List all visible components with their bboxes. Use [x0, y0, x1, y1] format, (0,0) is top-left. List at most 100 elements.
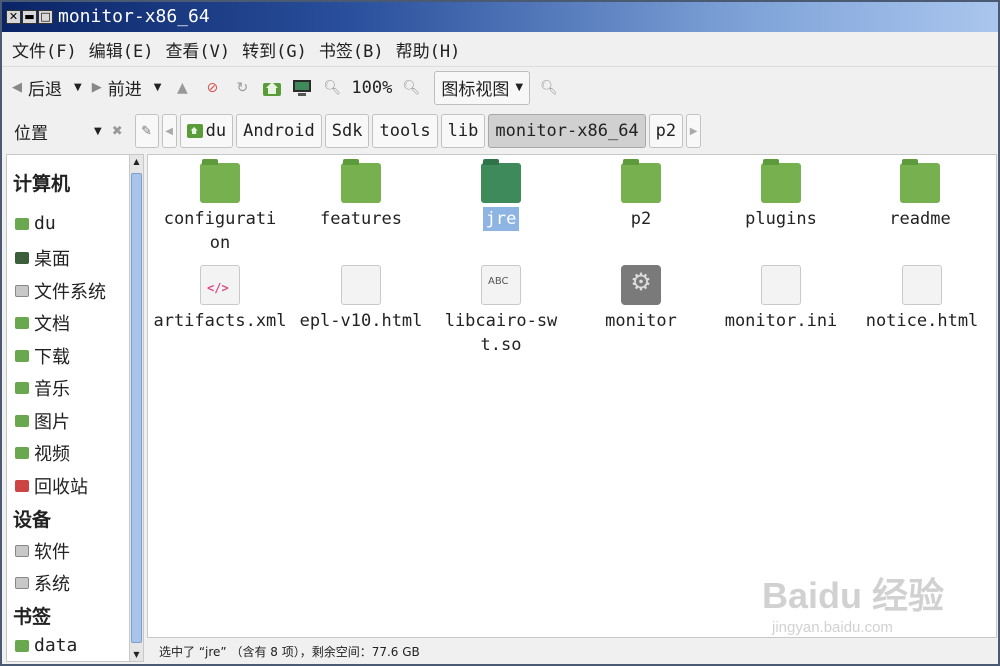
file-name: epl-v10.html	[299, 311, 423, 331]
sidebar-item-system[interactable]: 系统	[15, 570, 70, 596]
videos-folder-icon	[15, 447, 29, 459]
sidebar-item-label: 回收站	[34, 477, 88, 498]
back-label: 后退	[28, 80, 62, 100]
crumb-label: lib	[447, 121, 479, 141]
file-item-libcairo[interactable]: libcairo-swt.so	[431, 265, 571, 357]
view-mode-select[interactable]: 图标视图 ▼	[434, 70, 531, 105]
trash-icon	[15, 480, 29, 492]
pencil-icon: ✎	[141, 123, 153, 139]
menu-bookmarks[interactable]: 书签(B)	[319, 37, 384, 62]
location-dropdown[interactable]: ▼	[94, 126, 102, 137]
sidebar-item-du[interactable]: du	[15, 213, 56, 234]
sidebar-item-filesystem[interactable]: 文件系统	[15, 278, 106, 304]
crumb-p2[interactable]: p2	[648, 114, 684, 148]
file-name: features	[320, 209, 402, 229]
back-button[interactable]: ◀ 后退	[12, 71, 62, 105]
crumb-label: Sdk	[331, 121, 363, 141]
file-item-artifacts-xml[interactable]: artifacts.xml	[150, 265, 290, 333]
file-name: monitor.ini	[724, 311, 838, 331]
menu-bar: 文件(F) 编辑(E) 查看(V) 转到(G) 书签(B) 帮助(H)	[2, 34, 998, 64]
crumb-android[interactable]: Android	[236, 114, 322, 148]
menu-view[interactable]: 查看(V)	[165, 37, 230, 62]
forward-label: 前进	[107, 80, 142, 100]
minimize-window-button[interactable]: ▬	[22, 10, 37, 24]
crumb-sdk[interactable]: Sdk	[324, 114, 370, 148]
menu-help[interactable]: 帮助(H)	[396, 37, 461, 62]
file-item-configuration[interactable]: configuration	[150, 159, 290, 255]
sidebar-item-trash[interactable]: 回收站	[15, 473, 88, 499]
minimize-icon: ▬	[24, 10, 35, 23]
crumb-tools[interactable]: tools	[372, 114, 438, 148]
folder-icon	[341, 159, 381, 203]
file-item-jre[interactable]: jre	[431, 159, 571, 231]
close-window-button[interactable]: ✕	[6, 10, 21, 24]
sidebar-heading-computer: 计算机	[13, 173, 71, 195]
stop-icon[interactable]: ⊘	[201, 77, 223, 99]
file-item-monitor-ini[interactable]: monitor.ini	[711, 265, 851, 333]
sidebar-item-downloads[interactable]: 下载	[15, 343, 70, 369]
back-history-dropdown[interactable]: ▼	[74, 82, 82, 93]
crumb-label: monitor-x86_64	[495, 121, 639, 141]
menu-file[interactable]: 文件(F)	[12, 37, 77, 62]
reload-icon[interactable]: ↻	[231, 77, 253, 99]
downloads-folder-icon	[15, 350, 29, 362]
folder-icon	[15, 639, 29, 652]
zoom-in-icon[interactable]: 🔍︎	[400, 77, 422, 99]
search-icon[interactable]: 🔍︎	[538, 77, 560, 99]
home-icon[interactable]	[261, 77, 283, 99]
pictures-folder-icon	[15, 415, 29, 427]
file-name: readme	[889, 209, 951, 229]
file-item-features[interactable]: features	[291, 159, 431, 231]
up-arrow-icon[interactable]: ▲	[171, 77, 193, 99]
sidebar-item-pictures[interactable]: 图片	[15, 408, 70, 434]
sidebar-item-label: 文件系统	[34, 282, 106, 303]
toolbar: ◀ 后退 ▼ ▶ 前进 ▼ ▲ ⊘ ↻ 🔍︎ 100% 🔍︎ 图标视图 ▼ 🔍︎	[2, 66, 998, 108]
title-bar[interactable]: ✕ ▬ □ monitor-x86_64	[2, 2, 998, 32]
sidebar-item-data[interactable]: data	[15, 635, 77, 656]
sidebar-item-label: 文档	[34, 314, 70, 335]
sidebar-item-software[interactable]: 软件	[15, 538, 70, 564]
menu-go[interactable]: 转到(G)	[242, 37, 307, 62]
documents-folder-icon	[15, 317, 29, 329]
crumb-lib[interactable]: lib	[440, 114, 486, 148]
crumb-scroll-right[interactable]: ▶	[686, 114, 702, 148]
scroll-up-icon[interactable]: ▲	[130, 157, 143, 166]
forward-history-dropdown[interactable]: ▼	[154, 82, 162, 93]
music-folder-icon	[15, 382, 29, 394]
crumb-scroll-left[interactable]: ◀	[161, 114, 177, 148]
folder-icon	[481, 159, 521, 203]
crumb-du[interactable]: du	[179, 114, 234, 148]
folder-icon	[200, 159, 240, 203]
menu-edit[interactable]: 编辑(E)	[89, 37, 154, 62]
scroll-down-icon[interactable]: ▼	[130, 650, 143, 659]
library-file-icon	[481, 265, 521, 305]
edit-path-button[interactable]: ✎	[134, 114, 159, 148]
file-item-monitor[interactable]: monitor	[571, 265, 711, 333]
executable-icon	[621, 265, 661, 305]
scrollbar-thumb[interactable]	[131, 173, 142, 643]
back-arrow-icon: ◀	[12, 80, 22, 95]
file-item-plugins[interactable]: plugins	[711, 159, 851, 231]
computer-icon[interactable]	[291, 77, 313, 99]
sidebar-item-music[interactable]: 音乐	[15, 375, 70, 401]
file-item-notice-html[interactable]: notice.html	[852, 265, 992, 333]
location-bar: 位置 ▼ ✖ ✎ ◀ du Android Sdk tools lib moni…	[2, 110, 998, 152]
sidebar-item-videos[interactable]: 视频	[15, 440, 70, 466]
clear-location-icon[interactable]: ✖	[112, 124, 123, 139]
view-mode-value: 图标视图	[441, 80, 510, 100]
sidebar-item-label: 桌面	[34, 249, 70, 270]
folder-icon	[761, 159, 801, 203]
zoom-out-icon[interactable]: 🔍︎	[321, 77, 343, 99]
file-item-p2[interactable]: p2	[571, 159, 711, 231]
crumb-monitor-x86-64[interactable]: monitor-x86_64	[488, 114, 646, 148]
text-file-icon	[761, 265, 801, 305]
maximize-window-button[interactable]: □	[38, 10, 53, 24]
sidebar-scrollbar[interactable]: ▲ ▼	[129, 155, 143, 661]
file-item-readme[interactable]: readme	[850, 159, 990, 231]
home-folder-icon	[15, 217, 29, 230]
sidebar-item-desktop[interactable]: 桌面	[15, 245, 70, 271]
sidebar-item-documents[interactable]: 文档	[15, 310, 70, 336]
forward-button[interactable]: ▶ 前进	[92, 71, 142, 105]
html-file-icon	[341, 265, 381, 305]
file-item-epl-html[interactable]: epl-v10.html	[291, 265, 431, 333]
